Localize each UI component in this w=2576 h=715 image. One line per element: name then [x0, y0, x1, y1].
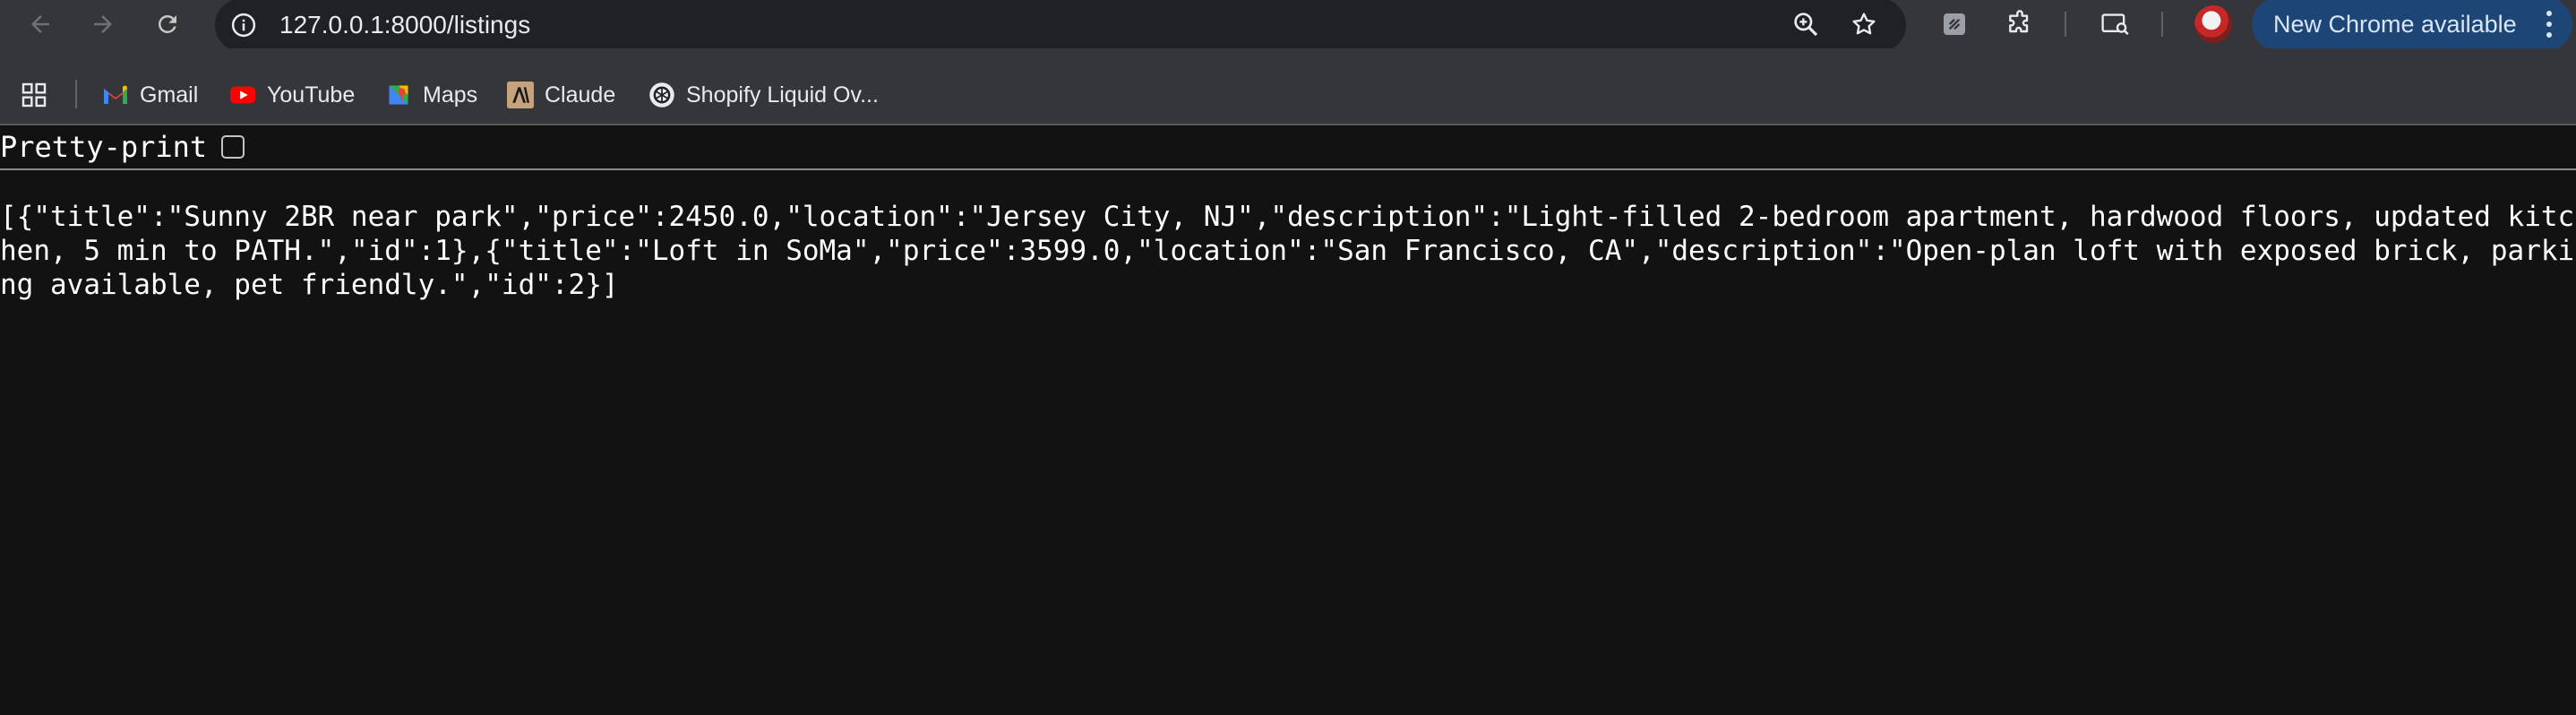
bookmark-star-icon[interactable] [1846, 6, 1882, 42]
reload-button[interactable] [149, 5, 186, 43]
bookmark-label: Gmail [140, 82, 199, 108]
arrow-left-icon [31, 15, 49, 33]
bookmark-claude[interactable]: Claude [507, 75, 615, 115]
bookmarks-separator [75, 80, 77, 108]
maps-icon [385, 82, 412, 108]
update-label: New Chrome available [2273, 11, 2517, 38]
new-chrome-available-button[interactable]: New Chrome available [2252, 0, 2572, 51]
bookmarks-bar: Gmail YouTube Maps Claude Shopify Liquid… [0, 48, 2576, 125]
tab-search-icon[interactable] [2097, 5, 2134, 43]
bookmark-label: Maps [423, 82, 478, 108]
json-response-text: [{"title":"Sunny 2BR near park","price":… [0, 201, 2575, 301]
toolbar-separator [2161, 12, 2163, 37]
gmail-icon [102, 82, 129, 108]
reload-icon [158, 14, 176, 33]
site-info-icon[interactable] [228, 9, 260, 41]
profile-avatar[interactable] [2194, 5, 2232, 43]
openai-icon [648, 82, 675, 108]
zoom-icon[interactable] [1788, 6, 1824, 42]
bookmark-label: Shopify Liquid Ov... [686, 82, 879, 108]
pretty-print-bar: Pretty-print [0, 125, 2576, 170]
address-bar[interactable]: 127.0.0.1:8000/listings [215, 0, 1906, 52]
arrow-right-icon [94, 15, 112, 33]
pretty-print-label[interactable]: Pretty-print [0, 129, 207, 165]
bookmark-shopify-liquid[interactable]: Shopify Liquid Ov... [648, 75, 879, 115]
bookmark-label: Claude [545, 82, 616, 108]
toolbar-separator [2065, 12, 2066, 37]
bookmark-label: YouTube [267, 82, 356, 108]
extensions-puzzle-icon[interactable] [2001, 5, 2039, 43]
claude-icon [507, 82, 534, 108]
forward-button[interactable] [84, 5, 122, 43]
url-text[interactable]: 127.0.0.1:8000/listings [279, 10, 530, 40]
pretty-print-checkbox[interactable] [221, 135, 245, 159]
back-button[interactable] [21, 5, 59, 43]
kebab-menu-icon[interactable] [2540, 8, 2558, 40]
bookmark-youtube[interactable]: YouTube [229, 75, 355, 115]
bookmark-maps[interactable]: Maps [385, 75, 477, 115]
bookmark-gmail[interactable]: Gmail [102, 75, 198, 115]
extension-app-icon[interactable] [1936, 5, 1973, 43]
youtube-icon [229, 82, 256, 108]
apps-grid-icon[interactable] [20, 81, 48, 109]
browser-toolbar: 127.0.0.1:8000/listings New Chrome avail… [0, 0, 2576, 52]
